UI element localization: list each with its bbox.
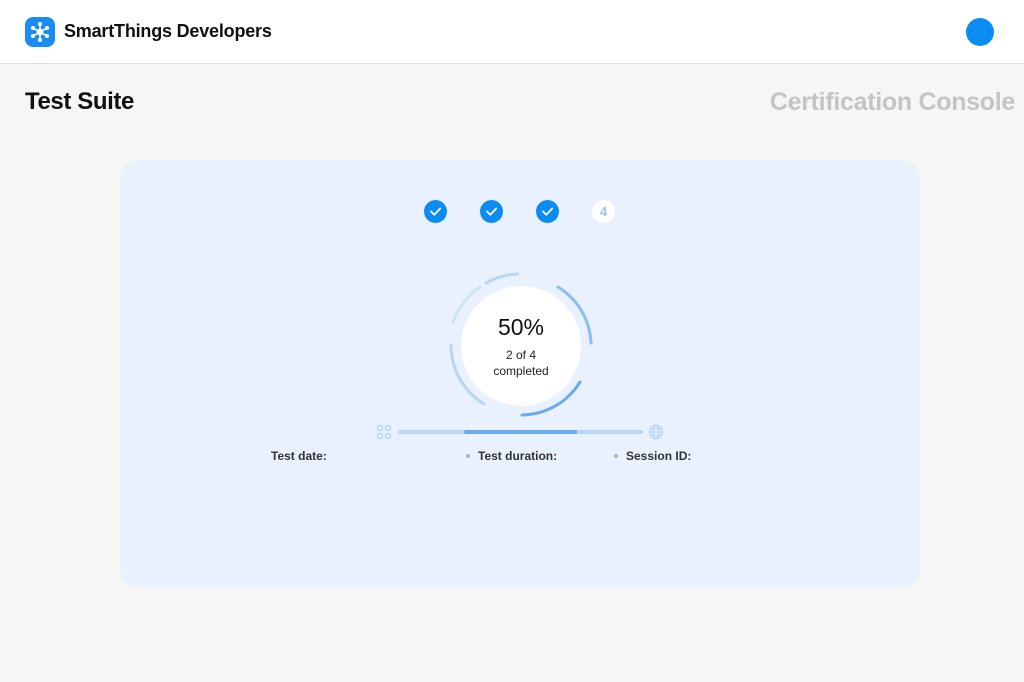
test-date-label: Test date: [271,449,327,463]
check-icon [542,207,554,216]
globe-icon [648,424,664,440]
step-1-complete [424,200,447,223]
check-icon [486,207,498,216]
step-2-complete [480,200,503,223]
progress-status: completed [493,364,549,378]
console-title: Certification Console [769,88,1015,116]
progress-count: 2 of 4 [505,348,537,362]
user-avatar[interactable] [966,18,994,46]
brand-title[interactable]: SmartThings Developers [64,21,272,42]
page-title: Test Suite [25,88,134,115]
check-icon [430,207,442,216]
top-bar: SmartThings Developers [0,0,1024,64]
progress-percent: 50% [497,314,545,340]
apps-grid-icon [376,424,392,440]
smartthings-logo-icon[interactable] [25,17,55,47]
test-duration-label: Test duration: [478,449,558,463]
progress-track-fill [464,430,577,434]
separator-dot [614,454,618,458]
session-id-label: Session ID: [626,449,692,463]
separator-dot [466,454,470,458]
step-4-pending: 4 [592,200,615,223]
progress-center [461,286,581,406]
step-3-complete [536,200,559,223]
